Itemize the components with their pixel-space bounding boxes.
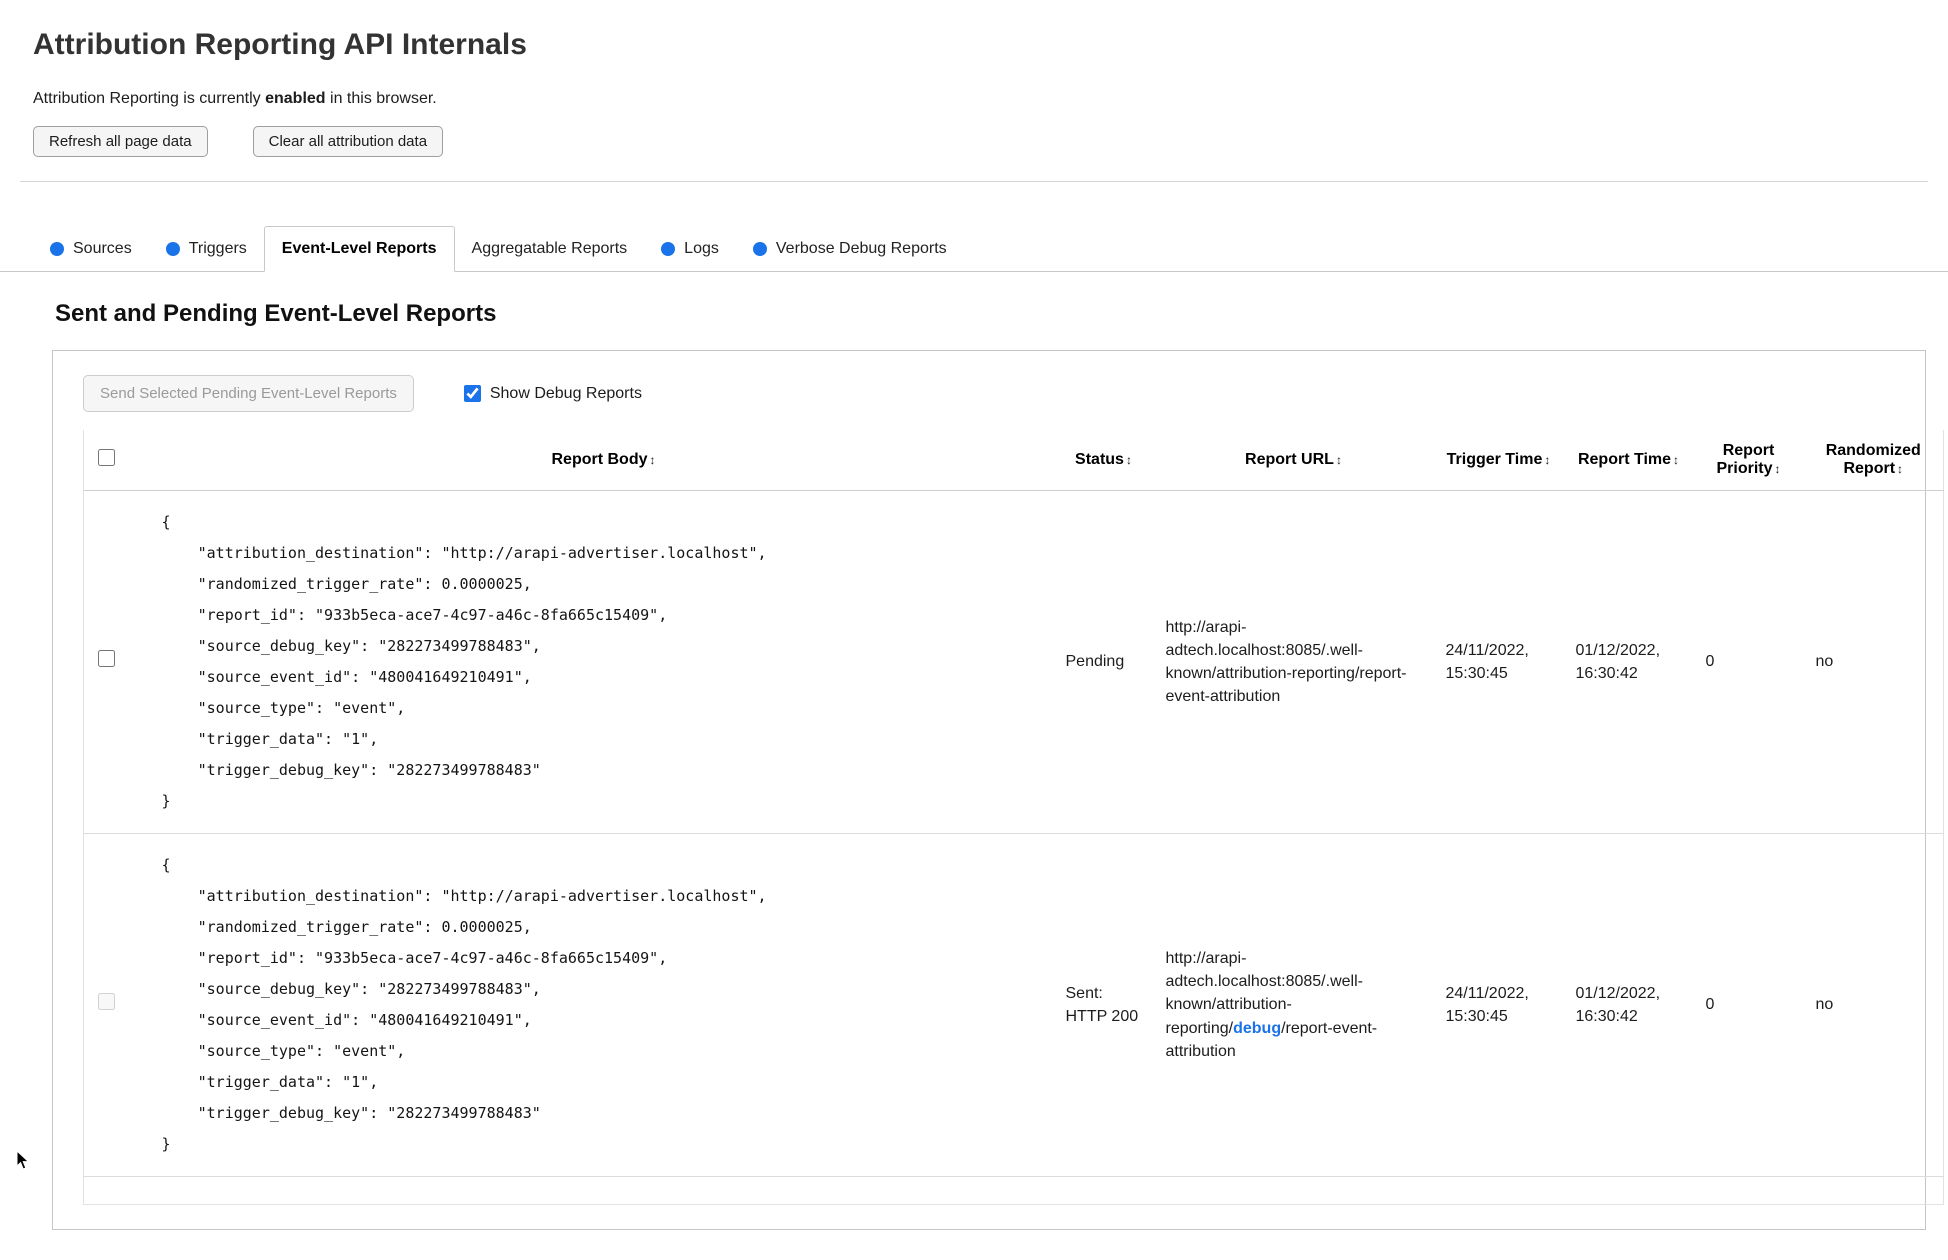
clear-all-button[interactable]: Clear all attribution data bbox=[252, 126, 444, 157]
event-level-reports-table: Report Body ↕ Status ↕ Report URL ↕ Trigger… bbox=[83, 430, 1944, 1205]
row-checkbox-cell bbox=[83, 490, 154, 834]
divider bbox=[20, 181, 1928, 182]
sort-icon: ↕ bbox=[1335, 453, 1342, 467]
column-label: Report Body bbox=[551, 451, 648, 468]
report-body: { "attribution_destination": "http://ara… bbox=[161, 513, 767, 810]
panel-controls: Send Selected Pending Event-Level Report… bbox=[83, 375, 1895, 412]
show-debug-checkbox[interactable] bbox=[463, 385, 481, 402]
refresh-all-button[interactable]: Refresh all page data bbox=[33, 126, 208, 157]
select-all-cell bbox=[83, 430, 154, 491]
column-header-status[interactable]: Status ↕ bbox=[1053, 430, 1154, 491]
report-row-checkbox[interactable] bbox=[98, 649, 115, 667]
sort-icon: ↕ bbox=[1897, 462, 1904, 476]
page-title: Attribution Reporting API Internals bbox=[33, 28, 527, 61]
column-header-report-priority[interactable]: Report Priority ↕ bbox=[1693, 430, 1804, 491]
status-enabled: enabled bbox=[265, 90, 326, 107]
tab-label: Triggers bbox=[188, 240, 247, 257]
trigger-time: 24/11/2022, 15:30:45 bbox=[1433, 833, 1564, 1177]
report-time: 01/12/2022, 16:30:42 bbox=[1563, 490, 1694, 834]
trigger-time: 24/11/2022, 15:30:45 bbox=[1433, 490, 1564, 834]
column-header-report-url[interactable]: Report URL ↕ bbox=[1153, 430, 1434, 491]
report-priority: 0 bbox=[1693, 833, 1804, 1177]
report-url: http://arapi-adtech.localhost:8085/.well… bbox=[1153, 490, 1434, 834]
column-label: Report Time bbox=[1577, 451, 1672, 468]
randomized-report: no bbox=[1803, 833, 1944, 1177]
tab-label: Aggregatable Reports bbox=[471, 240, 628, 257]
sort-icon: ↕ bbox=[649, 453, 656, 467]
tab-verbose-debug-reports[interactable]: Verbose Debug Reports bbox=[736, 227, 964, 271]
report-priority: 0 bbox=[1693, 490, 1804, 834]
report-time: 01/12/2022, 16:30:42 bbox=[1563, 833, 1694, 1177]
table-header-row: Report Body ↕ Status ↕ Report URL ↕ Trigger… bbox=[83, 430, 1944, 491]
section-heading: Sent and Pending Event-Level Reports bbox=[55, 300, 497, 327]
send-selected-button[interactable]: Send Selected Pending Event-Level Report… bbox=[83, 375, 414, 412]
tab-bar: Sources Triggers Event-Level Reports Agg… bbox=[0, 226, 1948, 272]
status-prefix: Attribution Reporting is currently bbox=[33, 90, 266, 107]
report-body: { "attribution_destination": "http://ara… bbox=[161, 856, 767, 1153]
show-debug-toggle[interactable]: Show Debug Reports bbox=[463, 384, 642, 403]
report-status: Pending bbox=[1053, 490, 1154, 834]
tab-label: Sources bbox=[73, 240, 132, 257]
tab-sources[interactable]: Sources bbox=[33, 227, 149, 271]
column-label: Report Priority bbox=[1716, 442, 1775, 477]
tab-event-level-reports[interactable]: Event-Level Reports bbox=[263, 226, 455, 272]
new-data-dot-icon bbox=[165, 242, 180, 256]
report-url-text: http://arapi-adtech.localhost:8085/.well… bbox=[1165, 618, 1407, 706]
tab-aggregatable-reports[interactable]: Aggregatable Reports bbox=[455, 227, 645, 271]
sort-icon: ↕ bbox=[1673, 453, 1680, 467]
toolbar: Refresh all page data Clear all attribut… bbox=[33, 126, 1915, 157]
report-row-sent: { "attribution_destination": "http://ara… bbox=[83, 833, 1944, 1177]
randomized-report: no bbox=[1803, 490, 1944, 834]
new-data-dot-icon bbox=[752, 242, 767, 256]
attribution-internals-page: Attribution Reporting API Internals Attr… bbox=[0, 0, 1948, 1260]
report-row-checkbox bbox=[98, 992, 115, 1010]
column-header-report-body[interactable]: Report Body ↕ bbox=[153, 430, 1054, 491]
tab-logs[interactable]: Logs bbox=[644, 227, 736, 271]
tab-label: Verbose Debug Reports bbox=[775, 240, 947, 257]
debug-url-highlight: debug bbox=[1233, 1019, 1282, 1037]
new-data-dot-icon bbox=[661, 242, 676, 256]
reports-panel: Send Selected Pending Event-Level Report… bbox=[52, 350, 1944, 1230]
report-body-cell: { "attribution_destination": "http://ara… bbox=[153, 490, 1054, 834]
sort-icon: ↕ bbox=[1774, 462, 1781, 476]
column-label: Report URL bbox=[1245, 451, 1334, 468]
tab-panel-event-level-reports: Sent and Pending Event-Level Reports Sen… bbox=[0, 300, 1948, 1260]
table-footer-row bbox=[84, 1177, 1944, 1205]
report-body-cell: { "attribution_destination": "http://ara… bbox=[153, 833, 1054, 1177]
status-text: Attribution Reporting is currently enabl… bbox=[33, 90, 1915, 108]
row-checkbox-cell bbox=[83, 833, 154, 1177]
new-data-dot-icon bbox=[50, 242, 64, 256]
select-all-checkbox[interactable] bbox=[98, 449, 115, 466]
report-url: http://arapi-adtech.localhost:8085/.well… bbox=[1153, 833, 1434, 1177]
status-suffix: in this browser. bbox=[325, 90, 437, 107]
table-footer-empty bbox=[84, 1177, 1944, 1205]
tab-label: Event-Level Reports bbox=[281, 240, 437, 257]
mouse-cursor-icon bbox=[16, 1150, 30, 1170]
tab-label: Logs bbox=[684, 240, 719, 257]
report-status: Sent: HTTP 200 bbox=[1053, 833, 1154, 1177]
sort-icon: ↕ bbox=[1544, 453, 1551, 467]
column-header-trigger-time[interactable]: Trigger Time ↕ bbox=[1433, 430, 1564, 491]
column-header-randomized-report[interactable]: Randomized Report ↕ bbox=[1803, 430, 1944, 491]
column-label: Status bbox=[1075, 451, 1124, 468]
column-header-report-time[interactable]: Report Time ↕ bbox=[1563, 430, 1694, 491]
column-label: Trigger Time bbox=[1446, 451, 1543, 468]
sort-icon: ↕ bbox=[1125, 453, 1132, 467]
column-label: Randomized Report bbox=[1825, 442, 1921, 477]
report-row-pending: { "attribution_destination": "http://ara… bbox=[83, 490, 1944, 834]
tab-triggers[interactable]: Triggers bbox=[149, 227, 264, 271]
show-debug-label: Show Debug Reports bbox=[489, 384, 642, 402]
